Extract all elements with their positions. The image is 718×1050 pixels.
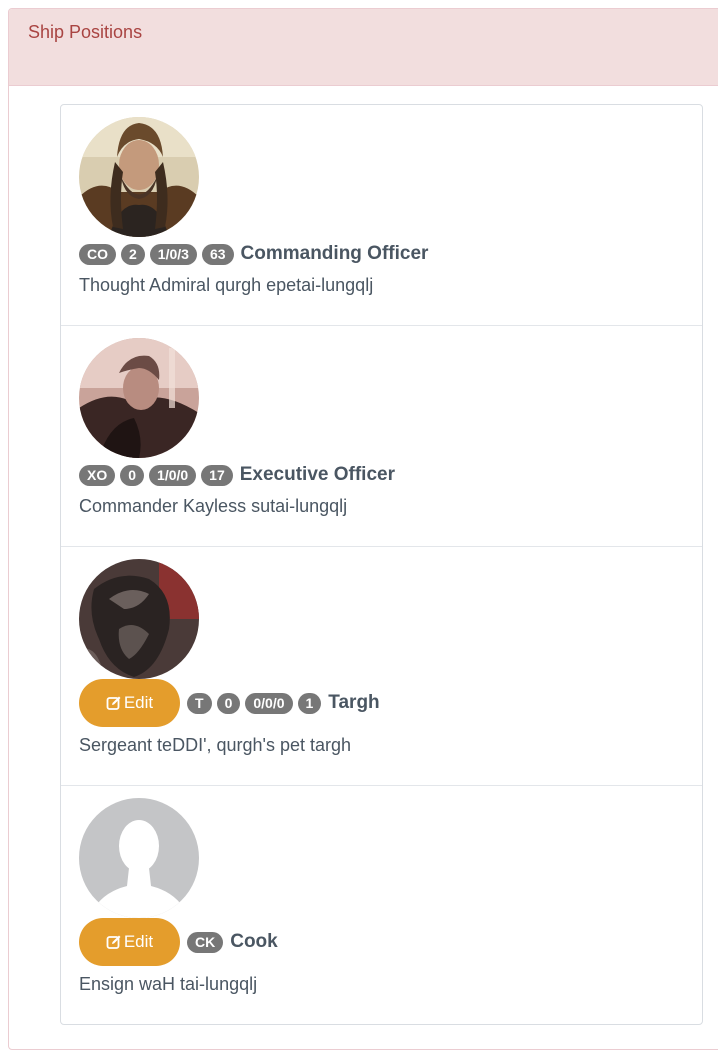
count-badge: 2 <box>121 243 145 265</box>
edit-icon <box>106 695 122 711</box>
edit-label: Edit <box>123 932 154 951</box>
panel-title: Ship Positions <box>28 22 143 42</box>
position-item: Edit CK Cook Ensign waH tai-lungqlj <box>61 786 702 1024</box>
positions-list: CO 2 1/0/3 63 Commanding Officer Thought… <box>60 104 703 1025</box>
position-item: XO 0 1/0/0 17 Executive Officer Commande… <box>61 326 702 547</box>
position-meta: CO 2 1/0/3 63 Commanding Officer <box>79 243 428 265</box>
placeholder-avatar <box>79 798 199 918</box>
position-meta: XO 0 1/0/0 17 Executive Officer <box>79 464 395 486</box>
ratio-badge: 1/0/0 <box>149 464 197 486</box>
character-name: Commander Kayless sutai-lungqlj <box>79 496 348 516</box>
edit-icon <box>106 934 122 950</box>
panel-heading: Ship Positions <box>9 9 718 86</box>
position-title: Targh <box>328 692 380 713</box>
position-item: CO 2 1/0/3 63 Commanding Officer Thought… <box>61 105 702 326</box>
avatar <box>79 559 199 679</box>
avatar <box>79 338 199 458</box>
edit-button[interactable]: Edit <box>79 918 180 966</box>
character-name: Sergeant teDDI', qurgh's pet targh <box>79 735 352 755</box>
count-badge: 0 <box>120 464 145 486</box>
count-badge: 0 <box>216 692 241 714</box>
character-name: Ensign waH tai-lungqlj <box>79 974 258 994</box>
position-abbr-badge: CK <box>187 931 224 953</box>
position-title: Cook <box>230 931 278 952</box>
position-item: Edit T 0 0/0/0 1 Targh Sergeant teDDI', … <box>61 547 702 786</box>
position-meta: Edit T 0 0/0/0 1 Targh <box>79 679 380 727</box>
position-abbr-badge: T <box>187 692 212 714</box>
position-title: Executive Officer <box>239 464 395 485</box>
edit-label: Edit <box>123 693 154 712</box>
character-name: Thought Admiral qurgh epetai-lungqlj <box>79 275 374 295</box>
ratio-badge: 1/0/3 <box>149 243 197 265</box>
count-badge: 17 <box>201 464 233 486</box>
position-meta: Edit CK Cook <box>79 918 278 966</box>
position-title: Commanding Officer <box>240 243 429 264</box>
avatar <box>79 117 199 237</box>
count-badge: 1 <box>297 692 322 714</box>
ratio-badge: 0/0/0 <box>245 692 293 714</box>
position-abbr-badge: XO <box>79 464 116 486</box>
edit-button[interactable]: Edit <box>79 679 180 727</box>
count-badge: 63 <box>201 243 234 265</box>
position-abbr-badge: CO <box>79 243 116 265</box>
